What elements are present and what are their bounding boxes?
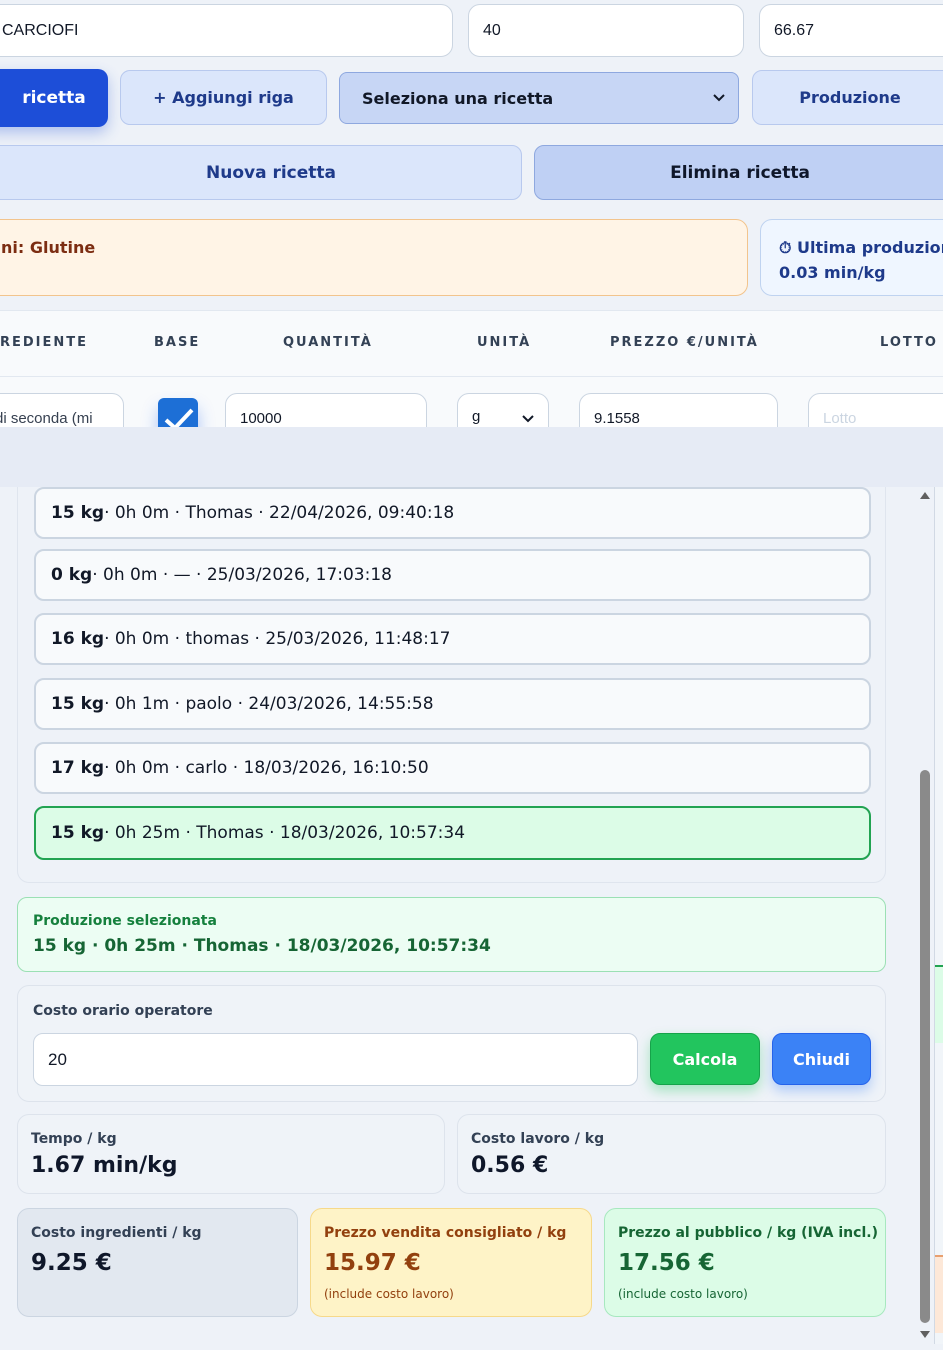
production-label: Produzione — [799, 88, 901, 107]
selected-production-value: 15 kg · 0h 25m · Thomas · 18/03/2026, 10… — [33, 936, 491, 956]
column-header-lot: LOTTO — [880, 335, 938, 350]
operator-cost-label: Costo orario operatore — [33, 1003, 213, 1019]
time-per-kg-label: Tempo / kg — [31, 1131, 117, 1147]
delete-recipe-button[interactable]: Elimina ricetta — [534, 145, 943, 200]
selected-production-label: Produzione selezionata — [33, 913, 217, 929]
production-item[interactable]: 15 kg · 0h 0m · Thomas · 22/04/2026, 09:… — [34, 487, 871, 539]
close-button[interactable]: Chiudi — [772, 1033, 871, 1085]
delete-recipe-label: Elimina ricetta — [670, 162, 810, 183]
quantity-value: 10000 — [240, 410, 282, 427]
public-price-card: Prezzo al pubblico / kg (IVA incl.) 17.5… — [604, 1208, 886, 1317]
save-recipe-button[interactable]: ricetta — [0, 69, 108, 127]
column-header-base: BASE — [154, 335, 201, 350]
labor-cost-card: Costo lavoro / kg 0.56 € — [457, 1114, 886, 1194]
allergens-box: ni: Glutine — [0, 219, 748, 296]
recipe-quantity-value: 40 — [483, 21, 501, 39]
recipe-select-value: Seleziona una ricetta — [362, 88, 554, 108]
ingredient-cost-card: Costo ingredienti / kg 9.25 € — [17, 1208, 298, 1317]
ingredient-name-value: di seconda (mi — [0, 410, 93, 427]
price-value: 9.1558 — [594, 410, 640, 427]
production-item-selected[interactable]: 15 kg · 0h 25m · Thomas · 18/03/2026, 10… — [34, 806, 871, 860]
new-recipe-button[interactable]: Nuova ricetta — [0, 145, 522, 200]
last-production-title: ⏱ Ultima produzion — [779, 238, 943, 257]
unit-value: g — [472, 408, 481, 425]
column-header-ingredient: REDIENTE — [0, 335, 89, 350]
production-item[interactable]: 16 kg · 0h 0m · thomas · 25/03/2026, 11:… — [34, 613, 871, 665]
ingredient-cost-label: Costo ingredienti / kg — [31, 1225, 202, 1241]
operator-cost-panel: Costo orario operatore 20 Calcola Chiudi — [17, 985, 886, 1102]
public-price-value: 17.56 € — [618, 1250, 715, 1276]
close-label: Chiudi — [793, 1049, 850, 1069]
suggested-price-note: (include costo lavoro) — [324, 1287, 454, 1301]
suggested-price-card: Prezzo vendita consigliato / kg 15.97 € … — [310, 1208, 592, 1317]
production-item[interactable]: 15 kg · 0h 1m · paolo · 24/03/2026, 14:5… — [34, 678, 871, 730]
recipe-price-field[interactable]: 66.67 — [759, 4, 943, 57]
recipe-name-value: CARCIOFI — [2, 21, 79, 39]
time-per-kg-card: Tempo / kg 1.67 min/kg — [17, 1114, 445, 1194]
production-button[interactable]: Produzione — [752, 70, 943, 125]
last-production-value: 0.03 min/kg — [779, 263, 886, 282]
column-header-quantity: QUANTITÀ — [283, 335, 373, 350]
ingredient-cost-value: 9.25 € — [31, 1250, 112, 1276]
labor-cost-value: 0.56 € — [471, 1153, 549, 1178]
column-header-price: PREZZO €/UNITÀ — [610, 335, 759, 350]
scroll-up-arrow-icon — [920, 492, 930, 499]
lot-placeholder: Lotto — [823, 410, 857, 427]
scroll-down-arrow-icon — [920, 1331, 930, 1338]
recipe-price-value: 66.67 — [774, 21, 815, 39]
chevron-down-icon — [713, 94, 725, 102]
public-price-note: (include costo lavoro) — [618, 1287, 748, 1301]
calculate-label: Calcola — [672, 1049, 738, 1069]
suggested-price-label: Prezzo vendita consigliato / kg — [324, 1225, 567, 1241]
recipe-select[interactable]: Seleziona una ricetta — [339, 72, 739, 124]
chevron-down-icon — [522, 415, 534, 423]
save-recipe-label: ricetta — [22, 88, 86, 108]
operator-cost-input[interactable]: 20 — [33, 1033, 638, 1086]
labor-cost-label: Costo lavoro / kg — [471, 1131, 605, 1147]
add-row-label: + Aggiungi riga — [153, 88, 294, 107]
allergens-text: ni: Glutine — [1, 238, 96, 257]
suggested-price-value: 15.97 € — [324, 1250, 421, 1276]
modal-scrollbar[interactable] — [917, 487, 933, 1344]
last-production-box: ⏱ Ultima produzion 0.03 min/kg — [760, 219, 943, 296]
recipe-quantity-field[interactable]: 40 — [468, 4, 744, 57]
production-item[interactable]: 17 kg · 0h 0m · carlo · 18/03/2026, 16:1… — [34, 742, 871, 794]
scrollbar-thumb[interactable] — [920, 770, 930, 1323]
recipe-name-field[interactable]: CARCIOFI — [0, 4, 453, 57]
background-edge — [934, 487, 943, 1344]
production-item[interactable]: 0 kg · 0h 0m · — · 25/03/2026, 17:03:18 — [34, 549, 871, 601]
column-header-unit: UNITÀ — [477, 335, 532, 350]
production-list: 15 kg · 0h 0m · Thomas · 22/04/2026, 09:… — [17, 487, 886, 883]
calculate-button[interactable]: Calcola — [650, 1033, 760, 1085]
time-per-kg-value: 1.67 min/kg — [31, 1153, 178, 1178]
production-modal: 15 kg · 0h 0m · Thomas · 22/04/2026, 09:… — [0, 427, 943, 1350]
add-row-button[interactable]: + Aggiungi riga — [120, 70, 327, 125]
public-price-label: Prezzo al pubblico / kg (IVA incl.) — [618, 1225, 878, 1241]
new-recipe-label: Nuova ricetta — [205, 162, 337, 183]
operator-cost-value: 20 — [48, 1049, 67, 1069]
selected-production-box: Produzione selezionata 15 kg · 0h 25m · … — [17, 897, 886, 972]
